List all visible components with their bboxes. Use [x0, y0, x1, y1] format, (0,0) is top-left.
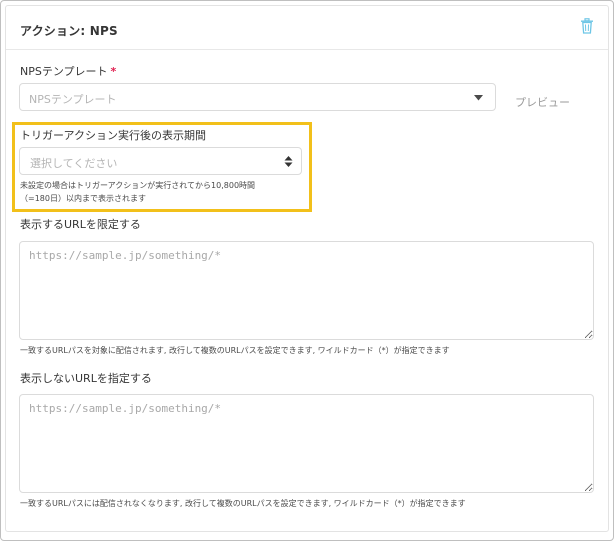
display-period-select-placeholder: 選択してください — [30, 157, 118, 170]
required-mark: * — [110, 65, 117, 78]
trash-icon-graphic — [581, 18, 593, 34]
limit-urls-label: 表示するURLを限定する — [20, 218, 141, 231]
exclude-urls-textarea[interactable] — [19, 394, 594, 493]
exclude-urls-label: 表示しないURLを指定する — [20, 372, 152, 385]
display-period-label: トリガーアクション実行後の表示期間 — [20, 129, 207, 142]
sort-arrows-icon — [284, 156, 293, 167]
exclude-urls-help: 一致するURLパスには配信されなくなります, 改行して複数のURLパスを設定でき… — [20, 499, 466, 508]
nps-template-label-text: NPSテンプレート — [20, 65, 108, 78]
card-title: アクション: NPS — [20, 24, 118, 38]
display-period-help-line1: 未設定の場合はトリガーアクションが実行されてから10,800時間 — [20, 181, 256, 190]
preview-link[interactable]: プレビュー — [515, 94, 570, 110]
nps-template-label: NPSテンプレート * — [20, 63, 116, 79]
display-period-help-line2: （=180日）以内まで表示されます — [20, 194, 146, 203]
card-header: アクション: NPS — [6, 6, 608, 50]
nps-template-select[interactable]: NPSテンプレート — [19, 83, 496, 111]
nps-template-select-placeholder: NPSテンプレート — [29, 93, 117, 106]
limit-urls-textarea[interactable] — [19, 241, 594, 340]
display-period-select[interactable]: 選択してください — [19, 147, 302, 175]
caret-down-icon — [474, 95, 483, 101]
trash-icon[interactable] — [580, 18, 594, 34]
limit-urls-help: 一致するURLパスを対象に配信されます, 改行して複数のURLパスを設定できます… — [20, 346, 450, 355]
